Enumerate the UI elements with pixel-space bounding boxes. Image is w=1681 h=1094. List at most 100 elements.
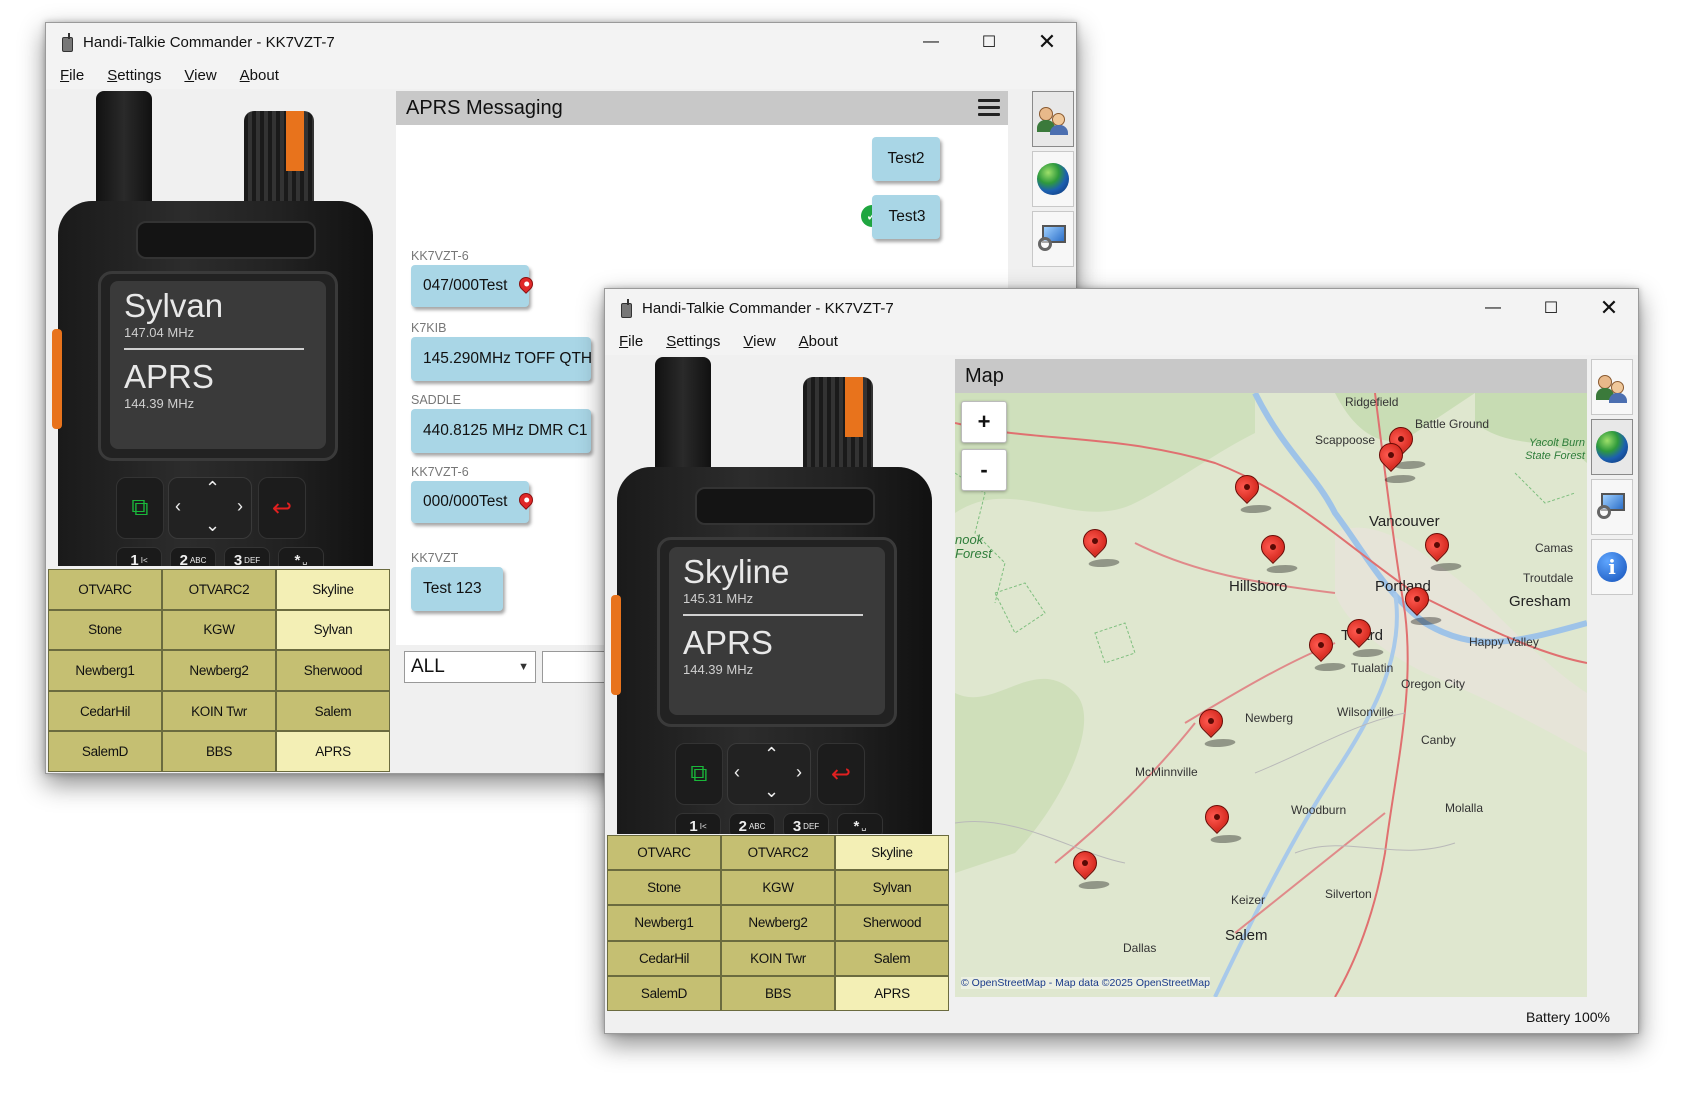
outgoing-message[interactable]: Test2 [872, 137, 940, 181]
channel-button[interactable]: KOIN Twr [722, 941, 834, 975]
map-attribution[interactable]: © OpenStreetMap - Map data ©2025 OpenStr… [961, 977, 1210, 989]
channel-button[interactable]: SalemD [608, 976, 720, 1010]
key-3[interactable]: 3 DEF [783, 813, 829, 834]
menu-settings[interactable]: Settings [666, 333, 720, 350]
channel-button[interactable]: OTVARC [49, 570, 161, 609]
key-2[interactable]: 2 ABC [170, 547, 216, 566]
channel-button[interactable]: Salem [836, 941, 948, 975]
map-button[interactable] [1591, 419, 1633, 475]
menu-view[interactable]: View [743, 333, 775, 350]
menu-key-green[interactable]: ⧉ [675, 743, 723, 805]
channel-button[interactable]: OTVARC [608, 836, 720, 870]
map-place-label: Newberg [1245, 711, 1294, 725]
channel-button[interactable]: Skyline [277, 570, 389, 609]
channel-button[interactable]: Sherwood [277, 651, 389, 690]
channel-button[interactable]: Sylvan [836, 871, 948, 905]
channel-button[interactable]: OTVARC2 [163, 570, 275, 609]
dpad[interactable]: ⌃ ‹ › ⌄ [168, 477, 252, 539]
channel-button[interactable]: KGW [163, 610, 275, 650]
app-icon [619, 299, 633, 318]
key-star[interactable]: * ␣ [837, 813, 883, 834]
channel-button[interactable]: CedarHil [608, 941, 720, 975]
dpad[interactable]: ⌃ ‹ › ⌄ [727, 743, 811, 805]
map-tiles [955, 393, 1587, 997]
back-key-red[interactable]: ↩ [258, 477, 306, 539]
channel-button[interactable]: Stone [608, 871, 720, 905]
channel-button[interactable]: Stone [49, 610, 161, 650]
channel-button[interactable]: CedarHil [49, 691, 161, 731]
map-place-label: Battle Ground [1415, 417, 1490, 431]
lcd-second-name: APRS [683, 624, 773, 661]
channel-button[interactable]: APRS [836, 976, 948, 1010]
menu-about[interactable]: About [799, 333, 838, 350]
incoming-message[interactable]: Test 123 [411, 567, 503, 611]
channel-button[interactable]: Salem [277, 691, 389, 731]
monitor-search-icon [1597, 493, 1627, 521]
menu-about[interactable]: About [240, 67, 279, 84]
zoom-out-button[interactable]: - [961, 449, 1007, 491]
ptt-side-button[interactable] [52, 329, 62, 429]
incoming-message[interactable]: 145.290MHz TOFF QTH [411, 337, 592, 381]
map-button[interactable] [1032, 151, 1074, 207]
channel-button[interactable]: Newberg1 [608, 906, 720, 940]
message-sender: KK7VZT [411, 551, 459, 565]
map-place-label: Tualatin [1351, 661, 1394, 675]
menu-file[interactable]: File [60, 67, 84, 84]
channel-button[interactable]: SalemD [49, 732, 161, 771]
map-title: Map [965, 364, 1004, 387]
maximize-button[interactable]: ☐ [960, 23, 1018, 61]
key-3[interactable]: 3 DEF [224, 547, 270, 566]
menu-key-green[interactable]: ⧉ [116, 477, 164, 539]
incoming-message[interactable]: 000/000Test [411, 481, 529, 523]
channel-button[interactable]: Skyline [836, 836, 948, 870]
recipient-filter-select[interactable]: ALL ▼ [404, 651, 536, 683]
menu-bar: File Settings View About [46, 61, 1076, 89]
channel-button[interactable]: Sherwood [836, 906, 948, 940]
key-1[interactable]: 1 I< [675, 813, 721, 834]
close-button[interactable]: ✕ [1580, 289, 1638, 327]
menu-settings[interactable]: Settings [107, 67, 161, 84]
menu-view[interactable]: View [184, 67, 216, 84]
title-bar[interactable]: Handi-Talkie Commander - KK7VZT-7 — ☐ ✕ [605, 289, 1638, 327]
info-button[interactable]: i [1591, 539, 1633, 595]
key-1[interactable]: 1 I< [116, 547, 162, 566]
aprs-messaging-button[interactable] [1032, 91, 1074, 147]
radio-speaker-grille [695, 487, 875, 525]
ptt-side-button[interactable] [611, 595, 621, 695]
channel-button[interactable]: BBS [722, 976, 834, 1010]
lcd-divider [124, 348, 304, 350]
zoom-in-button[interactable]: + [961, 401, 1007, 443]
hamburger-menu-icon[interactable] [978, 99, 1000, 117]
menu-file[interactable]: File [619, 333, 643, 350]
channel-button[interactable]: Newberg1 [49, 651, 161, 690]
channel-button[interactable]: APRS [277, 732, 389, 771]
map-place-label: Silverton [1325, 887, 1372, 901]
outgoing-message[interactable]: Test3 [872, 195, 940, 239]
key-2[interactable]: 2 ABC [729, 813, 775, 834]
people-icon [1596, 372, 1628, 403]
aprs-messaging-button[interactable] [1591, 359, 1633, 415]
channel-button[interactable]: KGW [722, 871, 834, 905]
incoming-message[interactable]: 047/000Test [411, 265, 529, 307]
channel-button[interactable]: OTVARC2 [722, 836, 834, 870]
minimize-button[interactable]: — [1464, 289, 1522, 327]
channel-button[interactable]: KOIN Twr [163, 691, 275, 731]
maximize-button[interactable]: ☐ [1522, 289, 1580, 327]
title-bar[interactable]: Handi-Talkie Commander - KK7VZT-7 — ☐ ✕ [46, 23, 1076, 61]
channel-button[interactable]: Newberg2 [722, 906, 834, 940]
channel-button[interactable]: BBS [163, 732, 275, 771]
close-button[interactable]: ✕ [1018, 23, 1076, 61]
channel-grid: OTVARC OTVARC2 Skyline Stone KGW Sylvan Newber… [48, 569, 390, 772]
key-star[interactable]: * ␣ [278, 547, 324, 566]
incoming-message[interactable]: 440.8125 MHz DMR C1 [411, 409, 591, 453]
channel-button[interactable]: Newberg2 [163, 651, 275, 690]
monitor-button[interactable] [1032, 211, 1074, 267]
messaging-header: APRS Messaging [396, 91, 1008, 125]
channel-button[interactable]: Sylvan [277, 610, 389, 650]
map-view[interactable]: + - Ridgefield Battle Ground Scappoose Y… [955, 393, 1587, 997]
back-key-red[interactable]: ↩ [817, 743, 865, 805]
minimize-button[interactable]: — [902, 23, 960, 61]
monitor-button[interactable] [1591, 479, 1633, 535]
map-place-label: Yacolt Burn State Forest [1525, 437, 1585, 462]
lcd-divider [683, 614, 863, 616]
